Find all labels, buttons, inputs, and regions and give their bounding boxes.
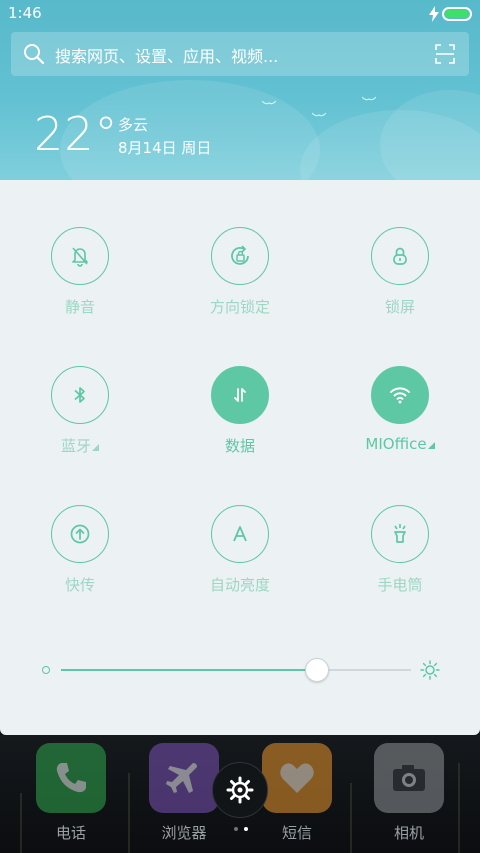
tile-wifi-label-text: MIOffice bbox=[365, 435, 427, 453]
brightness-slider[interactable] bbox=[0, 650, 480, 690]
tile-quick-transfer-toggle[interactable] bbox=[51, 505, 109, 563]
tile-quick-transfer[interactable]: 快传 bbox=[0, 458, 160, 594]
heart-icon bbox=[280, 763, 314, 793]
tile-rotation-lock[interactable]: 方向锁定 bbox=[160, 180, 320, 316]
tile-flashlight-toggle[interactable] bbox=[371, 505, 429, 563]
page-dot bbox=[234, 827, 238, 831]
settings-button[interactable] bbox=[212, 762, 268, 818]
app-messages-label: 短信 bbox=[281, 824, 312, 842]
gear-icon bbox=[226, 776, 254, 804]
grass-decoration bbox=[128, 773, 130, 853]
page-indicator bbox=[232, 827, 252, 833]
quick-settings-panel: 静音 方向锁定 锁屏 蓝牙 数据 MIOffice 快传 自动亮度 手电筒 bbox=[0, 180, 480, 735]
cloud-decoration bbox=[380, 90, 480, 180]
bell-off-icon bbox=[72, 247, 88, 267]
search-placeholder: 搜索网页、设置、应用、视频... bbox=[55, 47, 279, 66]
tile-flashlight[interactable]: 手电筒 bbox=[320, 458, 480, 594]
bird-icon bbox=[362, 96, 376, 101]
battery-level bbox=[445, 10, 469, 18]
tile-auto-brightness-toggle[interactable] bbox=[211, 505, 269, 563]
bird-icon bbox=[262, 100, 276, 105]
app-phone-label: 电话 bbox=[55, 824, 86, 842]
tile-mute-label: 静音 bbox=[64, 298, 95, 316]
brightness-thumb[interactable] bbox=[305, 658, 329, 682]
tile-mute[interactable]: 静音 bbox=[0, 180, 160, 316]
mobile-data-icon bbox=[234, 388, 246, 402]
lock-icon bbox=[393, 247, 407, 265]
brightness-high-icon bbox=[420, 660, 440, 680]
tile-mobile-data-label: 数据 bbox=[224, 437, 255, 455]
rotation-lock-icon bbox=[231, 245, 249, 265]
brightness-low-icon bbox=[42, 666, 50, 674]
brightness-track[interactable] bbox=[61, 658, 411, 682]
wifi-icon bbox=[390, 387, 410, 404]
bird-icon bbox=[312, 112, 326, 117]
app-browser[interactable] bbox=[149, 743, 219, 813]
scan-icon[interactable] bbox=[435, 44, 455, 64]
tile-mute-toggle[interactable] bbox=[51, 227, 109, 285]
expand-arrow-icon[interactable] bbox=[427, 442, 435, 449]
weather-header: 1:46 搜索网页、设置、应用、视频... 22° 多云 8月14日 周日 bbox=[0, 0, 480, 180]
tile-bluetooth-label-text: 蓝牙 bbox=[60, 437, 91, 455]
bluetooth-icon bbox=[74, 387, 85, 403]
weather-condition: 多云 bbox=[118, 116, 149, 134]
status-time: 1:46 bbox=[8, 4, 42, 22]
airplane-icon bbox=[166, 763, 197, 793]
tile-wifi-label: MIOffice bbox=[320, 435, 480, 453]
app-phone[interactable] bbox=[36, 743, 106, 813]
app-messages[interactable] bbox=[262, 743, 332, 813]
weather-temperature[interactable]: 22° bbox=[34, 104, 119, 164]
tile-bluetooth-toggle[interactable] bbox=[51, 366, 109, 424]
lightning-icon bbox=[429, 6, 439, 22]
tile-bluetooth-label: 蓝牙 bbox=[0, 435, 160, 456]
quick-transfer-icon bbox=[70, 524, 90, 544]
flashlight-icon bbox=[394, 524, 406, 543]
tile-rotation-lock-toggle[interactable] bbox=[211, 227, 269, 285]
tile-wifi[interactable]: MIOffice bbox=[320, 319, 480, 453]
brightness-fill bbox=[61, 669, 317, 671]
app-camera-label: 相机 bbox=[393, 824, 424, 842]
tile-mobile-data-toggle[interactable] bbox=[211, 366, 269, 424]
search-icon bbox=[24, 44, 45, 65]
tile-lock-screen-toggle[interactable] bbox=[371, 227, 429, 285]
tile-flashlight-label: 手电筒 bbox=[377, 576, 423, 594]
grass-decoration bbox=[350, 783, 352, 853]
phone-icon bbox=[56, 763, 86, 793]
auto-brightness-icon bbox=[233, 526, 247, 542]
tile-mobile-data[interactable]: 数据 bbox=[160, 319, 320, 455]
app-camera[interactable] bbox=[374, 743, 444, 813]
tile-quick-transfer-label: 快传 bbox=[64, 576, 95, 594]
expand-arrow-icon[interactable] bbox=[92, 444, 99, 451]
tile-auto-brightness[interactable]: 自动亮度 bbox=[160, 458, 320, 594]
battery-icon bbox=[442, 7, 472, 21]
tile-auto-brightness-label: 自动亮度 bbox=[209, 576, 270, 594]
tile-lock-screen-label: 锁屏 bbox=[384, 298, 415, 316]
search-bar[interactable]: 搜索网页、设置、应用、视频... bbox=[11, 32, 469, 76]
page-dot-current bbox=[244, 827, 248, 831]
camera-icon bbox=[393, 765, 425, 791]
weather-date: 8月14日 周日 bbox=[118, 139, 212, 157]
tile-bluetooth[interactable]: 蓝牙 bbox=[0, 319, 160, 455]
status-bar: 1:46 bbox=[0, 0, 480, 28]
tile-lock-screen[interactable]: 锁屏 bbox=[320, 180, 480, 316]
tile-wifi-toggle[interactable] bbox=[371, 366, 429, 424]
app-browser-label: 浏览器 bbox=[161, 824, 207, 842]
tile-rotation-lock-label: 方向锁定 bbox=[209, 298, 270, 316]
